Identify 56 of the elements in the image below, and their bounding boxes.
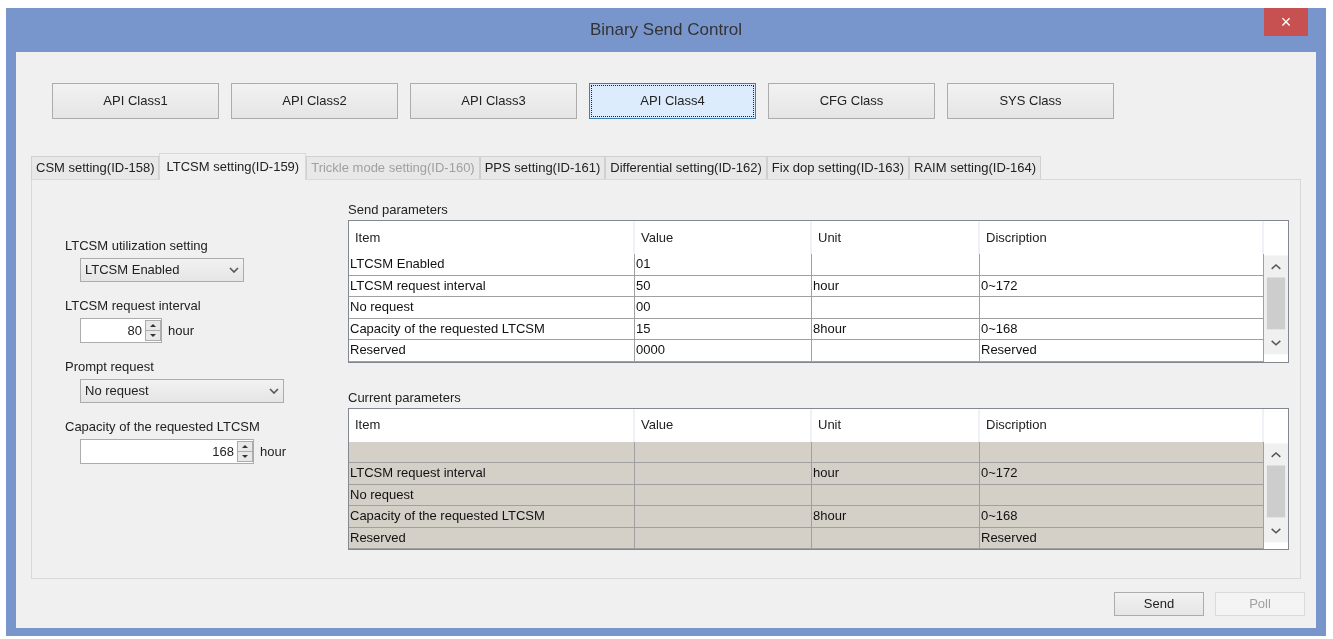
table-cell: Reserved bbox=[349, 527, 635, 549]
table-cell: 8hour bbox=[812, 506, 980, 528]
class-button[interactable]: SYS Class bbox=[947, 83, 1114, 119]
table-cell: 0000 bbox=[635, 340, 812, 362]
table-cell: No request bbox=[349, 297, 635, 319]
table-cell: 0~172 bbox=[980, 275, 1264, 297]
caret-icon bbox=[229, 267, 239, 273]
class-button[interactable]: API Class3 bbox=[410, 83, 577, 119]
table-cell: Capacity of the requested LTCSM bbox=[349, 506, 635, 528]
table-cell: 50 bbox=[635, 275, 812, 297]
tab[interactable]: Fix dop setting(ID-163) bbox=[766, 156, 910, 179]
caret-icon bbox=[269, 388, 279, 394]
table-cell: LTCSM request interval bbox=[349, 463, 635, 485]
field-label: Prompt request bbox=[65, 358, 155, 376]
section-title: Send parameters bbox=[348, 201, 449, 218]
spinner-arrows-icon[interactable] bbox=[237, 441, 253, 462]
spinner-arrows-icon[interactable] bbox=[145, 320, 161, 341]
field-label: LTCSM utilization setting bbox=[65, 237, 209, 255]
class-button[interactable]: CFG Class bbox=[768, 83, 935, 119]
table-cell: 15 bbox=[635, 318, 812, 340]
unit-label: hour bbox=[168, 321, 195, 340]
class-button[interactable]: API Class1 bbox=[52, 83, 219, 119]
table-cell: hour bbox=[812, 275, 980, 297]
table-cell: No request bbox=[349, 484, 635, 506]
table-cell: Capacity of the requested LTCSM bbox=[349, 318, 635, 340]
table-cell: 00 bbox=[635, 297, 812, 319]
tab[interactable]: Differential setting(ID-162) bbox=[605, 156, 767, 179]
scrollbar[interactable] bbox=[1264, 221, 1288, 357]
tab[interactable]: LTCSM setting(ID-159) bbox=[159, 153, 307, 180]
dropdown[interactable]: No request bbox=[80, 379, 284, 403]
table-cell: LTCSM Enabled bbox=[349, 254, 635, 276]
spin-field[interactable]: 168 bbox=[80, 439, 254, 464]
table-cell: Reserved bbox=[980, 527, 1264, 549]
table-cell: 8hour bbox=[812, 318, 980, 340]
field-label: Capacity of the requested LTCSM bbox=[65, 418, 261, 436]
dropdown[interactable]: LTCSM Enabled bbox=[80, 258, 244, 282]
tab[interactable]: PPS setting(ID-161) bbox=[479, 156, 606, 179]
spin-field[interactable]: 80 bbox=[80, 318, 162, 343]
window-title: Binary Send Control bbox=[589, 19, 743, 42]
table-cell: 0~168 bbox=[980, 506, 1264, 528]
tab[interactable]: CSM setting(ID-158) bbox=[31, 156, 160, 179]
field-label: LTCSM request interval bbox=[65, 297, 202, 315]
close-button[interactable]: × bbox=[1264, 8, 1308, 36]
class-button[interactable]: API Class2 bbox=[231, 83, 398, 119]
table-cell: Reserved bbox=[980, 340, 1264, 362]
table-cell: Reserved bbox=[349, 340, 635, 362]
table-cell: 0~172 bbox=[980, 463, 1264, 485]
action-button[interactable]: Send bbox=[1114, 592, 1204, 616]
tab[interactable]: RAIM setting(ID-164) bbox=[909, 156, 1042, 179]
table-cell: LTCSM request interval bbox=[349, 275, 635, 297]
class-button[interactable]: API Class4 bbox=[589, 83, 756, 119]
section-title: Current parameters bbox=[348, 388, 462, 406]
table-cell: hour bbox=[812, 463, 980, 485]
table-cell: 0~168 bbox=[980, 318, 1264, 340]
table-cell: 01 bbox=[635, 254, 812, 276]
unit-label: hour bbox=[260, 442, 287, 461]
